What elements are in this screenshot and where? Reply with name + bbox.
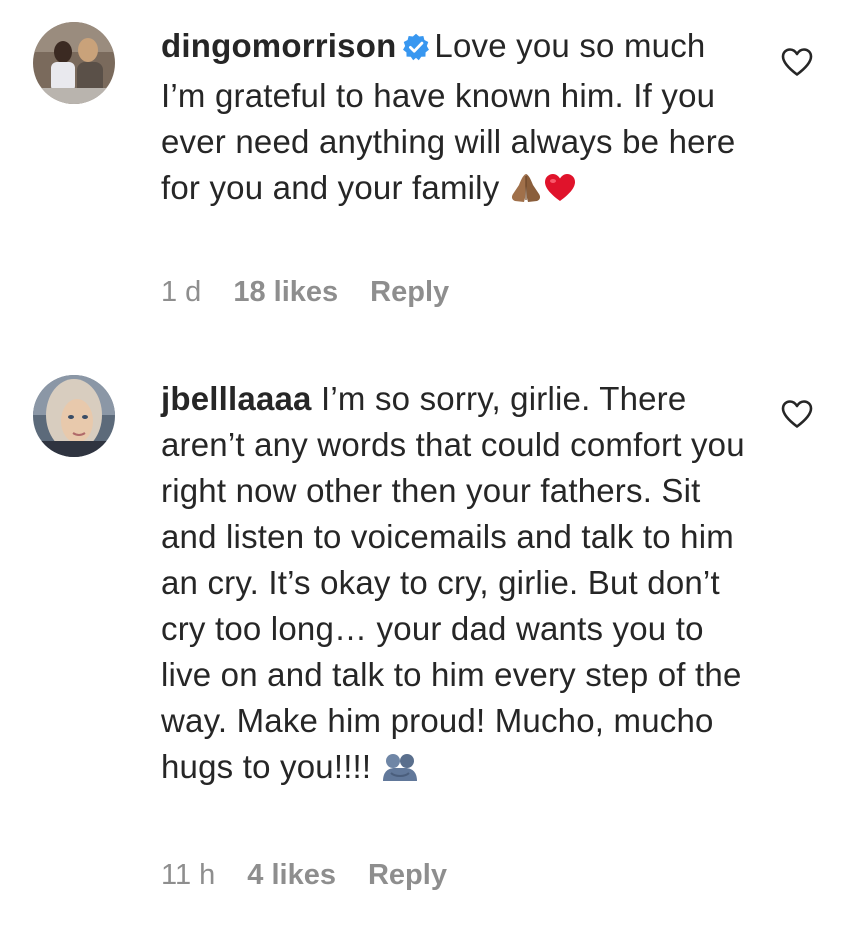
avatar[interactable]: [33, 375, 115, 457]
comment-body: dingomorrison Love you so much I’m gratef…: [161, 23, 751, 216]
comment-meta: 11 h 4 likes Reply: [161, 859, 447, 892]
verified-badge-icon: [402, 27, 430, 73]
comment-text-block: jbelllaaaa I’m so sorry, girlie. There a…: [161, 376, 751, 795]
people-hugging-icon: [381, 749, 419, 795]
comment-timestamp[interactable]: 11 h: [161, 859, 215, 892]
reply-button[interactable]: Reply: [368, 859, 447, 892]
comment-body: jbelllaaaa I’m so sorry, girlie. There a…: [161, 376, 751, 795]
red-heart-icon: [543, 170, 577, 216]
comment-meta: 1 d 18 likes Reply: [161, 276, 449, 309]
comment-timestamp[interactable]: 1 d: [161, 276, 201, 309]
comment-text-block: dingomorrison Love you so much I’m gratef…: [161, 23, 751, 216]
reply-button[interactable]: Reply: [370, 276, 449, 309]
like-heart-icon[interactable]: [780, 46, 814, 78]
comment-username[interactable]: jbelllaaaa: [161, 380, 312, 417]
avatar[interactable]: [33, 22, 115, 104]
like-heart-icon[interactable]: [780, 398, 814, 430]
comment-text: I’m so sorry, girlie. There aren’t any w…: [161, 380, 745, 785]
comment-username[interactable]: dingomorrison: [161, 27, 396, 64]
likes-count[interactable]: 4 likes: [247, 859, 336, 892]
likes-count[interactable]: 18 likes: [233, 276, 338, 309]
folded-hands-icon: [509, 170, 543, 216]
